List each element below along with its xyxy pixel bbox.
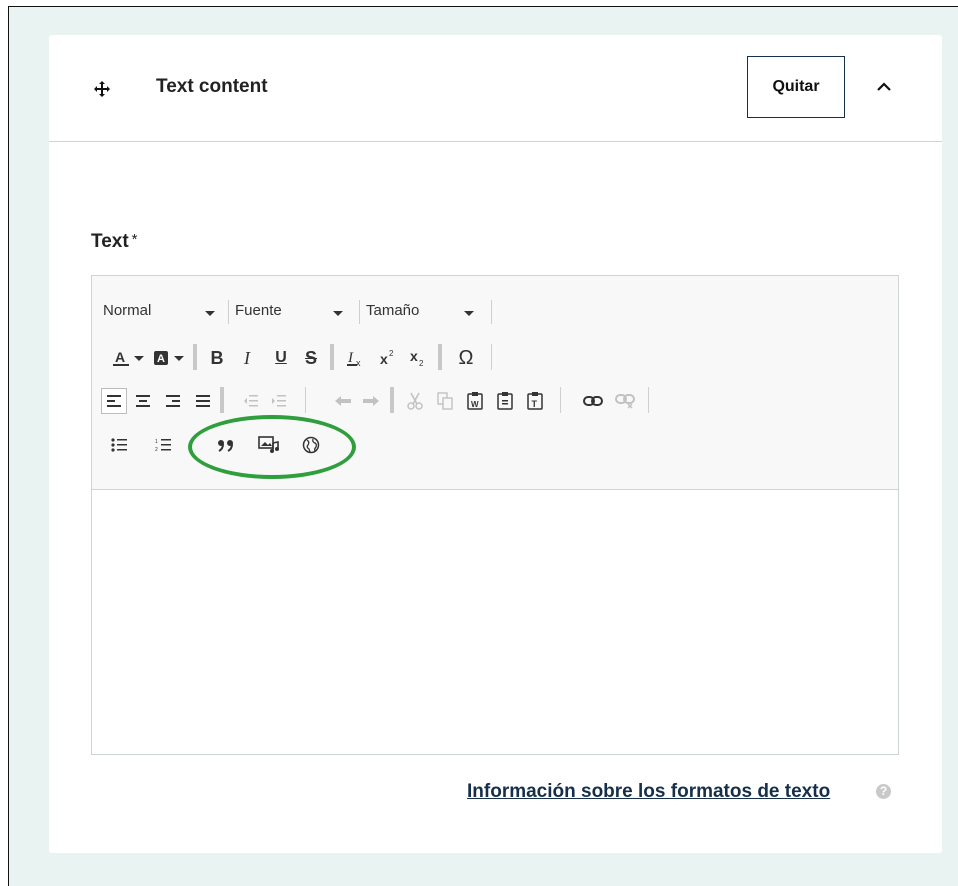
- editor-toolbar: Normal Fuente Tamaño A A B I U S I x x 2…: [92, 276, 898, 490]
- strikethrough-button[interactable]: S: [298, 345, 324, 371]
- text-field-label-text: Text: [91, 231, 129, 252]
- undo-icon[interactable]: [330, 388, 356, 414]
- svg-text:2: 2: [155, 447, 158, 452]
- toolbar-separator: [560, 387, 561, 413]
- special-character-button[interactable]: Ω: [453, 345, 479, 371]
- toolbar-separator: [491, 300, 492, 324]
- card-header: Text content Quitar: [49, 35, 942, 142]
- chevron-down-icon[interactable]: [172, 345, 186, 371]
- justify-icon[interactable]: [190, 388, 216, 414]
- copy-icon[interactable]: [432, 388, 458, 414]
- svg-text:2: 2: [419, 359, 424, 368]
- toolbar-separator: [491, 344, 492, 370]
- unlink-icon[interactable]: [612, 388, 638, 414]
- size-select[interactable]: Tamaño: [366, 302, 486, 324]
- remove-button[interactable]: Quitar: [747, 56, 845, 118]
- svg-text:W: W: [471, 400, 479, 409]
- svg-text:x: x: [410, 348, 418, 364]
- remove-format-icon[interactable]: I x: [342, 345, 368, 371]
- text-formats-help-link[interactable]: Información sobre los formatos de texto: [467, 781, 830, 803]
- toolbar-separator: [648, 387, 649, 413]
- globe-icon[interactable]: [298, 432, 324, 458]
- align-left-icon[interactable]: [101, 388, 127, 414]
- align-center-icon[interactable]: [130, 388, 156, 414]
- indent-icon[interactable]: [266, 388, 292, 414]
- align-right-icon[interactable]: [160, 388, 186, 414]
- svg-text:A: A: [115, 349, 125, 365]
- numbered-list-icon[interactable]: 12: [150, 432, 176, 458]
- rich-text-editor: Normal Fuente Tamaño A A B I U S I x x 2…: [91, 275, 899, 755]
- bulleted-list-icon[interactable]: [106, 432, 132, 458]
- svg-text:A: A: [157, 353, 165, 365]
- superscript-icon[interactable]: x 2: [374, 345, 400, 371]
- toolbar-separator: [330, 344, 334, 370]
- italic-button[interactable]: I: [234, 345, 260, 371]
- background-color-icon[interactable]: A: [148, 345, 174, 371]
- svg-text:x: x: [380, 351, 388, 367]
- chevron-up-icon[interactable]: [872, 75, 896, 99]
- paste-text-icon[interactable]: T: [522, 388, 548, 414]
- text-field-label: Text *: [91, 231, 138, 253]
- format-select[interactable]: Normal: [103, 302, 215, 324]
- media-icon[interactable]: [256, 432, 282, 458]
- paste-word-icon[interactable]: W: [462, 388, 488, 414]
- required-mark: *: [131, 231, 138, 248]
- toolbar-separator: [390, 387, 394, 413]
- toolbar-separator: [438, 344, 442, 370]
- svg-text:T: T: [532, 399, 538, 409]
- blockquote-icon[interactable]: [214, 432, 240, 458]
- subscript-icon[interactable]: x 2: [404, 345, 430, 371]
- size-select-value: Tamaño: [366, 302, 420, 319]
- svg-text:x: x: [356, 358, 361, 368]
- card-title: Text content: [156, 76, 268, 97]
- outdent-icon[interactable]: [238, 388, 264, 414]
- chevron-down-icon: [333, 311, 343, 316]
- toolbar-separator: [228, 300, 229, 324]
- svg-text:2: 2: [389, 349, 394, 358]
- text-content-card: Text content Quitar Text * Normal Fuente …: [49, 35, 942, 853]
- svg-text:1: 1: [155, 439, 158, 445]
- bold-button[interactable]: B: [204, 345, 230, 371]
- svg-text:I: I: [347, 350, 354, 366]
- underline-button[interactable]: U: [268, 345, 294, 371]
- toolbar-separator: [305, 387, 306, 413]
- chevron-down-icon: [205, 311, 215, 316]
- text-color-icon[interactable]: A: [108, 345, 134, 371]
- toolbar-separator: [359, 300, 360, 324]
- cut-icon[interactable]: [402, 388, 428, 414]
- paste-icon[interactable]: [492, 388, 518, 414]
- link-icon[interactable]: [580, 388, 606, 414]
- toolbar-separator: [193, 344, 197, 370]
- font-select-value: Fuente: [235, 302, 282, 319]
- chevron-down-icon[interactable]: [132, 345, 146, 371]
- help-icon[interactable]: ?: [876, 784, 891, 799]
- chevron-down-icon: [464, 311, 474, 316]
- redo-icon[interactable]: [358, 388, 384, 414]
- toolbar-separator: [220, 387, 224, 413]
- drag-handle-icon[interactable]: [93, 80, 111, 98]
- editor-content-area[interactable]: [92, 490, 898, 754]
- format-select-value: Normal: [103, 302, 152, 319]
- font-select[interactable]: Fuente: [235, 302, 353, 324]
